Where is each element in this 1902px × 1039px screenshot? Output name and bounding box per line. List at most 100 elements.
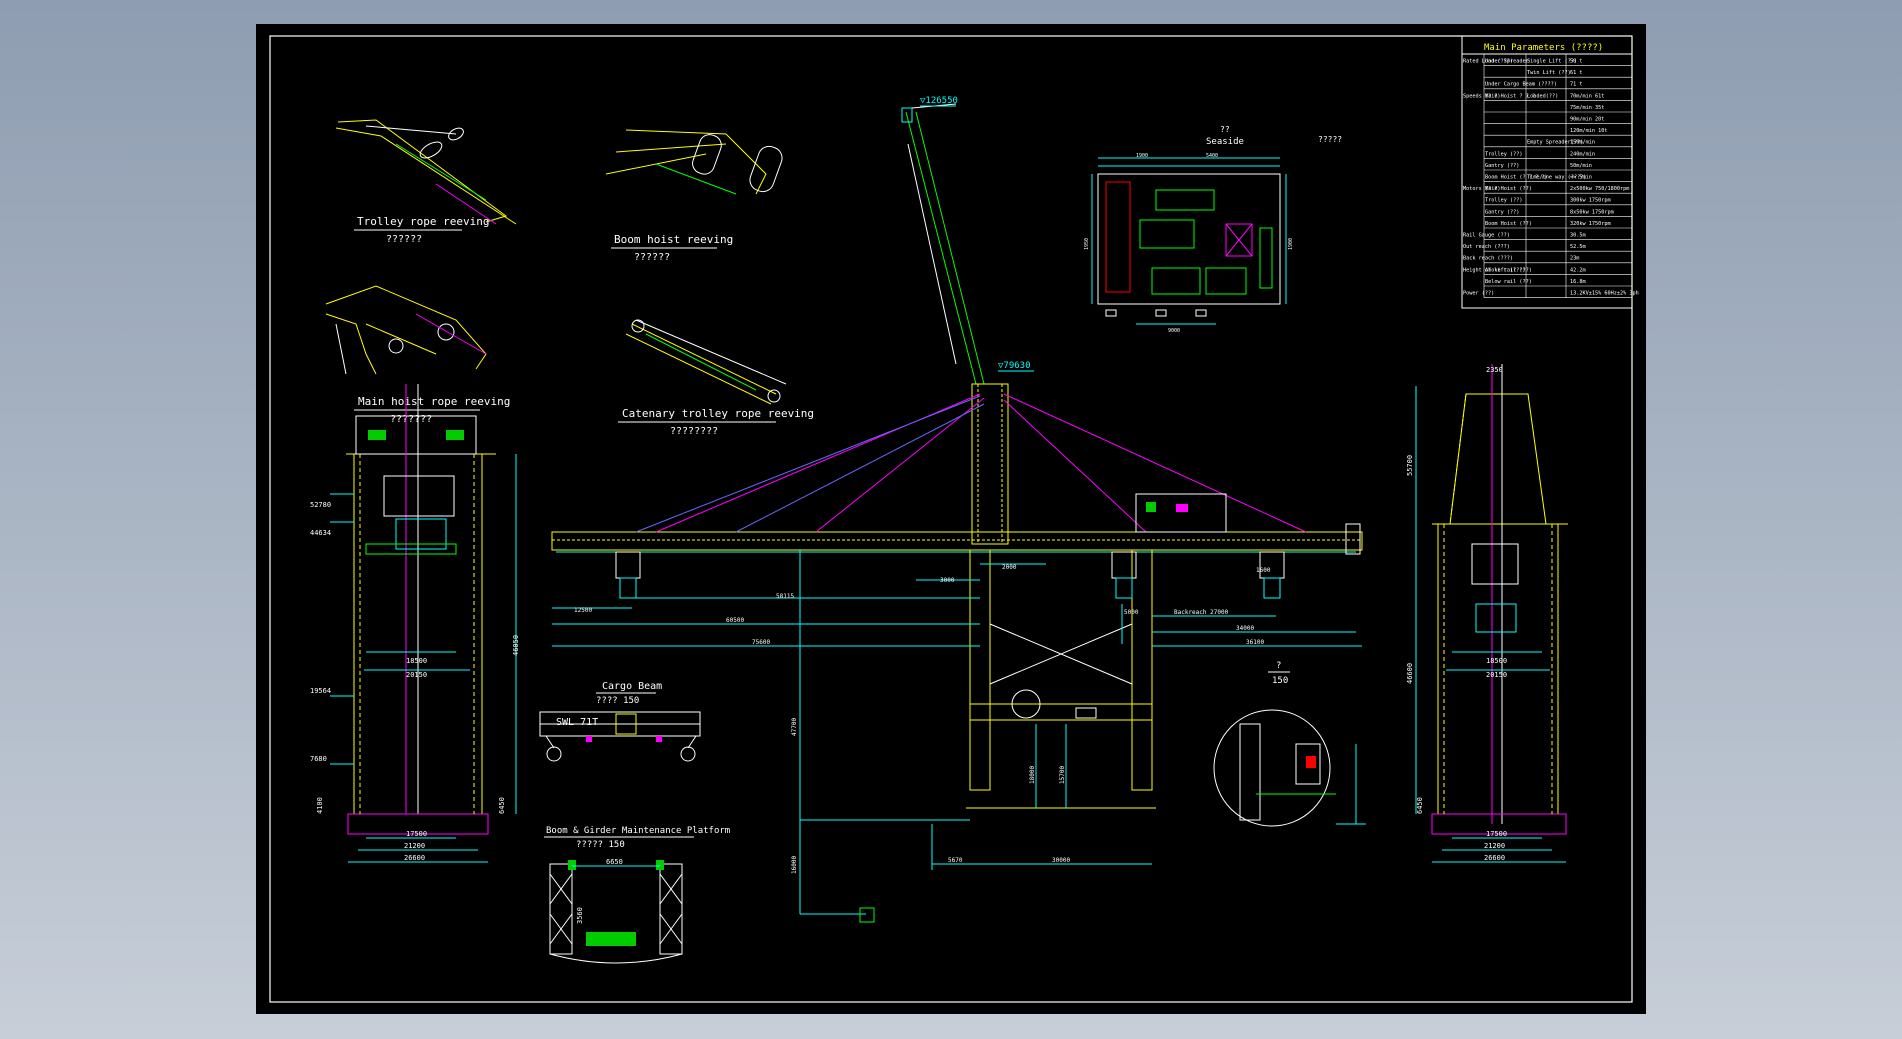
- trolley-reeving-title: Trolley rope reeving: [357, 215, 489, 228]
- dim-right-26600: 26600: [1484, 854, 1505, 862]
- param-value: 42.2m: [1570, 267, 1586, 273]
- dim-cabin-1900b: 1900: [1288, 238, 1294, 250]
- param-key: Trolley (??): [1485, 198, 1522, 204]
- dim-left-20150: 20150: [406, 671, 427, 679]
- param-key: Under Cargo Beam (????): [1485, 82, 1557, 88]
- dim-cabin-1950: 1950: [1084, 238, 1090, 250]
- cargo-beam-title: Cargo Beam: [602, 681, 662, 692]
- dim-60500: 60500: [726, 617, 744, 624]
- detail-circle-view: [1213, 709, 1366, 827]
- cargo-beam-scale: ???? 150: [596, 696, 639, 706]
- dim-right-17500: 17500: [1486, 830, 1507, 838]
- dim-cabin-9000: 9000: [1168, 328, 1180, 334]
- dim-12500: 12500: [574, 607, 592, 614]
- dim-cabin-5400: 5400: [1206, 153, 1218, 159]
- dim-5000: 5000: [1124, 609, 1139, 616]
- param-key: Above rail (??): [1485, 267, 1532, 273]
- param-value: 90m/min 20t: [1570, 117, 1604, 123]
- detail-scale: 150: [1272, 676, 1288, 686]
- detail-label: ?: [1276, 661, 1281, 671]
- param-value: 50m/min: [1570, 163, 1592, 169]
- catenary-reeving-subtitle: ????????: [670, 426, 718, 437]
- dim-58115: 58115: [776, 593, 794, 600]
- param-value: 52.5m: [1570, 244, 1586, 250]
- right-end-view: [1415, 364, 1568, 863]
- dim-platform-3560: 3560: [576, 907, 584, 924]
- param-key: Gantry (??): [1485, 209, 1519, 215]
- maintenance-platform-view: [549, 860, 683, 964]
- param-value: 320kw 1750rpm: [1570, 221, 1611, 227]
- elevation-top: ▽126550: [920, 96, 958, 106]
- elevation-apex: ▽79630: [998, 361, 1031, 371]
- dim-5670: 5670: [948, 857, 963, 864]
- parameters-table: Main Parameters (????) Rated Load (???)U…: [1461, 35, 1639, 309]
- dim-left-21200: 21200: [404, 842, 425, 850]
- param-group: Rail Gauge (??): [1463, 233, 1510, 239]
- dim-right-55700: 55700: [1406, 455, 1414, 476]
- drawing-sheet: Trolley rope reeving ?????? Boom hoist r…: [256, 24, 1646, 1014]
- cad-drawing-canvas: Trolley rope reeving ?????? Boom hoist r…: [269, 35, 1639, 1003]
- platform-scale: ????? 150: [576, 840, 625, 850]
- param-value: 2x500kw 750/1800rpm: [1570, 186, 1629, 192]
- dim-cabin-1900: 1900: [1136, 153, 1148, 159]
- dim-backreach: Backreach 27000: [1174, 609, 1229, 616]
- param-value: 61 t: [1570, 70, 1583, 76]
- param-sub: Twin Lift (??): [1527, 70, 1571, 76]
- param-value: 300kw 1750rpm: [1570, 198, 1611, 204]
- param-value: 71 t: [1570, 82, 1583, 88]
- dim-18000: 18000: [1029, 766, 1036, 784]
- dim-left-6450: 6450: [498, 797, 506, 814]
- boom-reeving-subtitle: ??????: [634, 252, 670, 263]
- dim-left-17500: 17500: [406, 830, 427, 838]
- dim-2000: 2000: [1002, 564, 1017, 571]
- param-value: 70m/min 61t: [1570, 93, 1604, 99]
- catenary-reeving-sketch: [625, 319, 787, 405]
- dim-left-26600: 26600: [404, 854, 425, 862]
- param-key: Boom Hoist (??): [1485, 221, 1532, 227]
- catenary-reeving-title: Catenary trolley rope reeving: [622, 407, 814, 420]
- param-key: Below rail (??): [1485, 279, 1532, 285]
- param-group: Back reach (???): [1463, 256, 1513, 262]
- parameters-rows: Rated Load (???)Under SpreaderSingle Lif…: [1463, 54, 1639, 298]
- param-key: Gantry (??): [1485, 163, 1519, 169]
- left-end-view: [330, 384, 517, 863]
- param-value: 8x50kw 1750rpm: [1570, 209, 1614, 215]
- param-sub: Loaded(??): [1527, 93, 1558, 99]
- dim-15700: 15700: [1059, 766, 1066, 784]
- dim-right-20150: 20150: [1486, 671, 1507, 679]
- trolley-reeving-subtitle: ??????: [386, 234, 422, 245]
- dim-right-2350: 2350: [1486, 366, 1503, 374]
- dim-right-6450: 6450: [1416, 797, 1424, 814]
- dim-left-18500: 18500: [406, 657, 427, 665]
- param-group: Out reach (???): [1463, 244, 1510, 250]
- dim-1600: 1600: [1256, 567, 1271, 574]
- seaside-mark: ??: [1220, 125, 1230, 134]
- dim-left-44634: 44634: [310, 529, 331, 537]
- param-group: Power (??): [1463, 291, 1494, 297]
- dim-left-4100: 4100: [316, 797, 324, 814]
- main-hoist-reeving-sketch: [325, 285, 487, 375]
- dim-47700: 47700: [791, 718, 798, 736]
- main-hoist-reeving-title: Main hoist rope reeving: [358, 395, 510, 408]
- param-key: Main Hoist (??): [1485, 186, 1532, 192]
- param-value: 50 t: [1570, 59, 1583, 65]
- dim-16000: 16000: [791, 856, 798, 874]
- param-value: 16.8m: [1570, 279, 1586, 285]
- param-key: Trolley (??): [1485, 151, 1522, 157]
- param-value: 120m/min 10t: [1570, 128, 1607, 134]
- dim-left-19564: 19564: [310, 687, 331, 695]
- param-value: 75m/min 35t: [1570, 105, 1604, 111]
- cargo-beam-swl: SWL 71T: [556, 717, 598, 728]
- dim-left-46050: 46050: [512, 635, 520, 656]
- dim-left-52780: 52780: [310, 501, 331, 509]
- boom-reeving-title: Boom hoist reeving: [614, 233, 733, 246]
- parameters-title: Main Parameters (????): [1484, 43, 1603, 53]
- cabin-plan-view: [1091, 157, 1287, 325]
- param-key: Under Spreader: [1485, 59, 1529, 65]
- dim-36100: 36100: [1246, 639, 1264, 646]
- trolley-reeving-sketch: [335, 119, 517, 225]
- cabin-note: ?????: [1318, 135, 1342, 144]
- param-value: <= 5min: [1570, 175, 1592, 181]
- param-value: 13.2KV±15% 60Hz±2% 3ph: [1570, 291, 1639, 297]
- dim-right-46600: 46600: [1406, 663, 1414, 684]
